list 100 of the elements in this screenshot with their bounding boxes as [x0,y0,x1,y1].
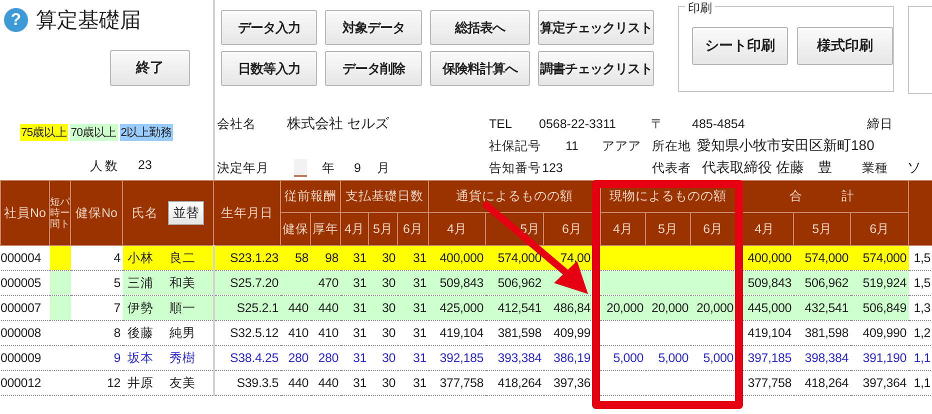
toolbar-button[interactable]: 保険料計算へ [430,51,530,86]
field-label: 所在地 [652,138,692,154]
column-header: 6月 [850,212,909,246]
days-cell: 30 [368,270,398,296]
insurance-kana-value: アアア [602,138,642,154]
legend-label: 75歳以上 [20,124,68,141]
pay-cell: 440 [310,296,340,320]
amount-cell: 377,758 [428,370,486,396]
column-header: 社員No [0,180,50,246]
amount-cell: 506,962 [486,270,544,296]
days-cell: 31 [340,296,368,320]
total-cell: 1,3 [908,296,932,320]
legend-label: 2以上勤務 [120,124,173,141]
insurance-code-value: 11 [564,139,580,153]
column-header: 厚年 [310,212,340,246]
given-name-cell: 良二 [170,250,196,266]
field-label: 締日 [867,116,894,132]
birth-date-cell: S38.4.25 [214,346,280,370]
surname-cell-text: 井原 [126,374,154,392]
total-cell: 391,190 [850,346,909,370]
total-cell: 1,5 [908,246,932,270]
print-group-label: 印刷 [685,0,715,17]
days-cell: 31 [340,370,368,396]
toolbar-button[interactable]: 調書チェックリスト [538,51,654,86]
notice-number-value: 123 [542,161,564,175]
amount-cell: 20,000 [690,296,736,320]
amount-cell: 392,185 [428,346,486,370]
amount-cell: 425,000 [428,296,486,320]
exit-button[interactable]: 終了 [110,50,190,86]
year-field[interactable] [294,159,307,177]
total-cell: 1,2 [908,320,932,346]
amount-cell: 5,000 [600,346,646,370]
column-header: 4月 [340,212,368,246]
column-header: 5月 [794,212,851,246]
column-header: 4月 [428,212,486,246]
field-label: 告知番号 [489,160,542,176]
total-cell: 574,000 [794,246,851,270]
field-label: TEL [489,117,513,131]
surname-cell-text: 後藤 [126,324,154,342]
amount-cell: 20,000 [646,296,691,320]
toolbar-button[interactable]: 総括表へ [430,10,530,45]
amount-cell: 381,598 [486,320,544,346]
phone-value: 0568-22-3311 [539,117,617,131]
toolbar-button[interactable]: 算定チェックリスト [538,10,654,45]
representative-value: 代表取締役 佐藤 豊 [702,159,833,177]
days-cell: 31 [398,370,429,396]
amount-cell: 5,000 [690,346,736,370]
total-cell: 506,962 [794,270,851,296]
birth-date-cell: S25.2.1 [214,296,280,320]
total-cell: 1,1 [908,346,932,370]
pay-cell: 440 [280,296,310,320]
days-cell: 31 [340,246,368,270]
days-cell: 30 [368,296,398,320]
toolbar-button[interactable]: 対象データ [325,10,422,45]
days-cell: 30 [368,246,398,270]
days-cell: 30 [368,320,398,346]
total-cell: 519,924 [850,270,909,296]
birth-date-cell: S23.1.23 [214,246,280,270]
pay-cell: 470 [310,270,340,296]
days-cell: 31 [398,346,429,370]
sort-button[interactable]: 並替 [168,201,204,225]
column-header: 従前報酬 [280,180,340,212]
birth-date-cell: S32.5.12 [214,320,280,346]
field-label: 社保記号 [489,138,542,154]
column-header: 生年月日 [214,180,280,246]
days-cell: 31 [398,296,429,320]
toolbar-button[interactable]: データ削除 [325,51,422,86]
total-cell: 418,264 [794,370,851,396]
print-button[interactable]: 様式印刷 [797,27,893,65]
surname-cell-text: 坂本 [126,350,154,366]
column-header: 6月 [690,212,736,246]
field-label: 決定年月 [217,160,270,176]
given-name-cell: 秀樹 [170,350,196,366]
postal-code-value: 485-4854 [692,117,746,131]
column-header: 5月 [368,212,398,246]
field-label: 〒 [650,116,665,132]
amount-cell: 5,000 [646,346,691,370]
days-cell: 31 [340,346,368,370]
pay-cell: 410 [280,320,310,346]
amount-cell: 418,264 [486,370,544,396]
column-header: 通貨によるものの額 [428,180,601,212]
birth-date-cell: S39.3.5 [214,370,280,396]
column-header: 4月 [600,212,646,246]
field-label: 業種 [862,160,889,176]
column-header: 6月 [398,212,429,246]
total-cell: 1,5 [908,270,932,296]
days-cell: 31 [398,246,429,270]
field-label: 会社名 [217,116,257,132]
given-name-cell: 友美 [170,374,196,392]
days-cell: 31 [398,320,429,346]
total-cell: 397,364 [850,370,909,396]
amount-cell: 419,104 [428,320,486,346]
days-cell: 31 [398,270,429,296]
toolbar-button[interactable]: 日数等入力 [221,51,317,86]
print-button[interactable]: シート印刷 [692,27,788,65]
column-header: 短時間 パート [50,180,70,246]
days-cell: 31 [340,320,368,346]
total-cell: 506,849 [850,296,909,320]
surname-cell-text: 三浦 [126,274,154,292]
toolbar-button[interactable]: データ入力 [221,10,317,45]
